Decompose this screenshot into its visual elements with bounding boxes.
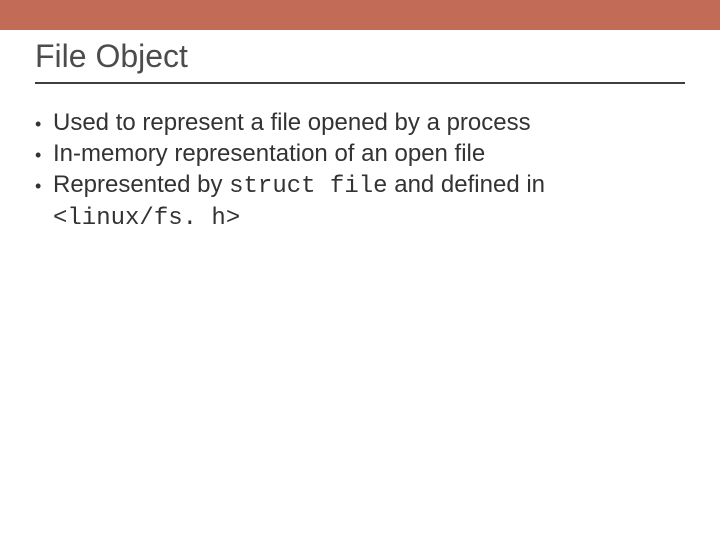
bullet-text: Used to represent a file opened by a pro… [53,108,660,138]
bullet-text: In-memory representation of an open file [53,139,660,169]
slide: File Object • Used to represent a file o… [0,0,720,540]
bullet-dot-icon: • [35,139,53,170]
slide-title: File Object [35,38,685,75]
list-item: • Used to represent a file opened by a p… [35,108,660,139]
bullet-text: Represented by struct file and defined i… [53,170,660,234]
accent-bar [0,0,720,30]
bullet-text-segment: and defined in [388,171,545,198]
title-underline [35,82,685,84]
bullet-dot-icon: • [35,108,53,139]
list-item: • Represented by struct file and defined… [35,170,660,234]
code-literal: <linux/fs. h> [53,205,240,232]
code-literal: struct file [229,173,387,200]
list-item: • In-memory representation of an open fi… [35,139,660,170]
bullet-text-segment: Represented by [53,171,229,198]
bullet-dot-icon: • [35,170,53,201]
bullet-list: • Used to represent a file opened by a p… [35,108,660,234]
